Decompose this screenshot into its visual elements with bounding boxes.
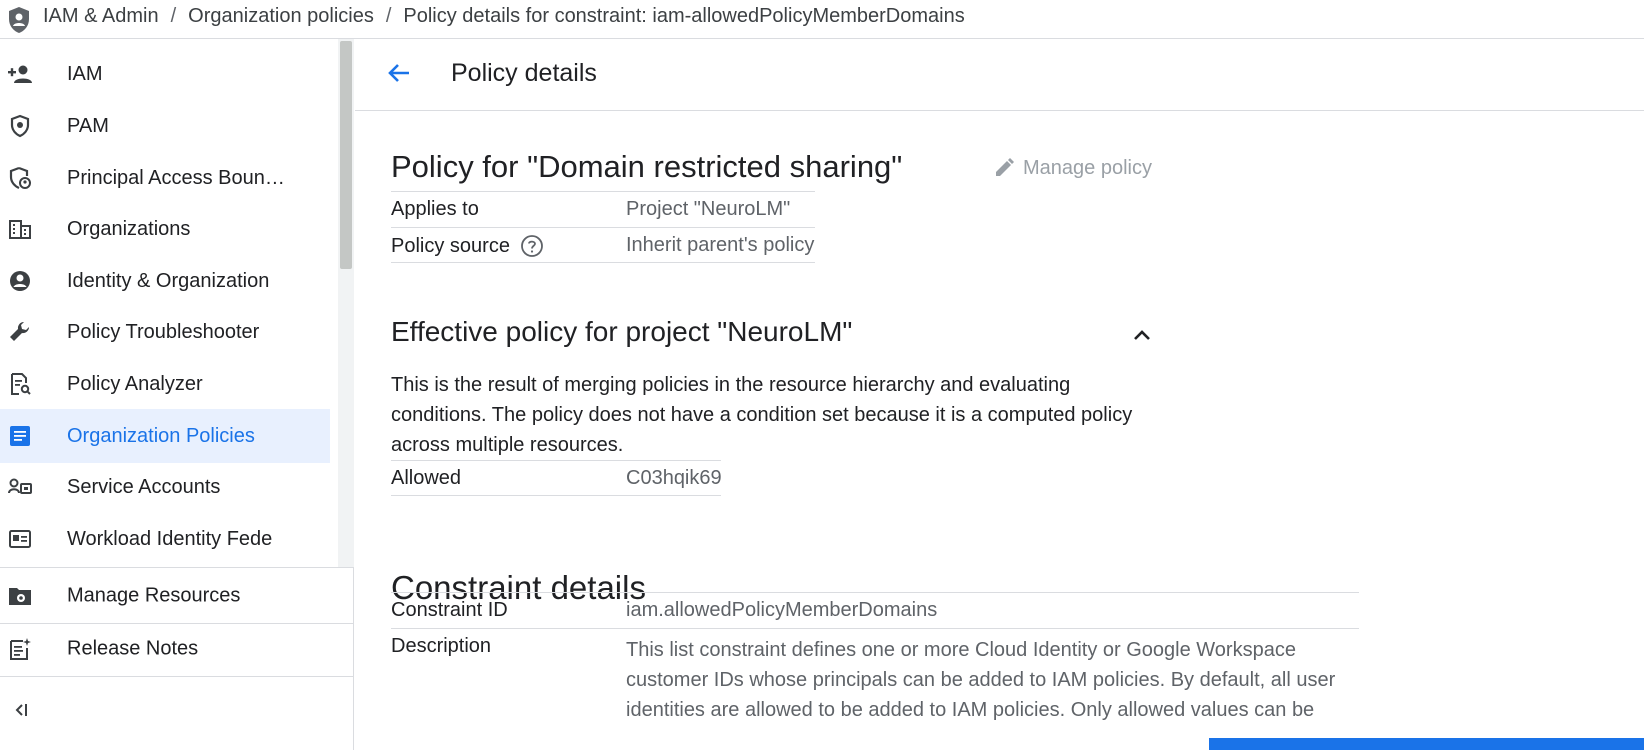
- shield-person-icon: [7, 165, 33, 191]
- sidebar-item-pam[interactable]: PAM: [0, 99, 330, 153]
- breadcrumb-current-page: Policy details for constraint: iam-allow…: [403, 5, 965, 27]
- sidebar-item-principal-access-boundary[interactable]: Principal Access Boun…: [0, 151, 330, 205]
- sidebar-item-organizations[interactable]: Organizations: [0, 202, 330, 256]
- constraint-details-table: Constraint ID iam.allowedPolicyMemberDom…: [391, 592, 1359, 748]
- policy-info-table: Applies to Project "NeuroLM" Policy sour…: [391, 191, 815, 263]
- top-bar: IAM & Admin / Organization policies / Po…: [0, 0, 1644, 39]
- folder-gear-icon: [7, 583, 33, 609]
- table-row: Description This list constraint defines…: [391, 628, 1359, 748]
- constraint-id-value: iam.allowedPolicyMemberDomains: [626, 599, 938, 621]
- sidebar-item-workload-identity-federation[interactable]: Workload Identity Fede: [0, 512, 330, 566]
- table-row: Constraint ID iam.allowedPolicyMemberDom…: [391, 592, 1359, 628]
- table-row: Applies to Project "NeuroLM": [391, 191, 815, 227]
- breadcrumb-separator: /: [385, 5, 392, 27]
- effective-policy-table: Allowed C03hqik69: [391, 460, 722, 496]
- sidebar-item-organization-policies[interactable]: Organization Policies: [0, 409, 330, 463]
- sidebar-item-label: Release Notes: [67, 637, 199, 660]
- main-header: Policy details: [355, 39, 1644, 111]
- sidebar-item-label: Identity & Organization: [67, 269, 270, 292]
- service-account-icon: [7, 474, 33, 500]
- shield-logo-icon: [9, 7, 29, 33]
- sidebar-item-manage-resources[interactable]: Manage Resources: [0, 569, 354, 623]
- collapse-left-icon: [11, 700, 31, 725]
- policy-source-value: Inherit parent's policy: [626, 234, 815, 256]
- description-key: Description: [391, 635, 492, 657]
- collapse-sidebar-button[interactable]: [6, 697, 36, 727]
- wrench-icon: [7, 319, 33, 345]
- sidebar-item-label: Workload Identity Fede: [67, 527, 273, 550]
- effective-policy-description: This is the result of merging policies i…: [391, 374, 1133, 456]
- sidebar-item-label: Policy Troubleshooter: [67, 320, 260, 343]
- allowed-value: C03hqik69: [626, 467, 722, 489]
- help-icon[interactable]: [520, 234, 544, 258]
- breadcrumb-iam-admin[interactable]: IAM & Admin: [43, 5, 159, 28]
- sidebar-item-policy-analyzer[interactable]: Policy Analyzer: [0, 357, 330, 411]
- sidebar-item-identity-organization[interactable]: Identity & Organization: [0, 254, 330, 308]
- sidebar-nav[interactable]: IAM PAM Principal Access Boun… Organizat…: [0, 39, 338, 567]
- sidebar-item-service-accounts[interactable]: Service Accounts: [0, 460, 330, 514]
- sidebar-divider: [0, 567, 354, 568]
- account-circle-icon: [7, 268, 33, 294]
- breadcrumb-organization-policies[interactable]: Organization policies: [188, 5, 374, 28]
- sidebar-item-release-notes[interactable]: Release Notes: [0, 622, 354, 676]
- allowed-key: Allowed: [391, 467, 462, 489]
- sidebar-item-label: PAM: [67, 114, 109, 137]
- person-add-icon: [7, 61, 33, 87]
- document-search-icon: [7, 371, 33, 397]
- table-row: Allowed C03hqik69: [391, 460, 722, 496]
- sidebar-item-label: IAM: [67, 62, 103, 85]
- main-panel: Policy details Policy for "Domain restri…: [355, 39, 1644, 750]
- policy-source-key: Policy source: [391, 234, 544, 258]
- sidebar-item-label: Service Accounts: [67, 475, 221, 498]
- breadcrumb-separator: /: [170, 5, 177, 27]
- building-icon: [7, 216, 33, 242]
- applies-to-value: Project "NeuroLM": [626, 198, 791, 220]
- manage-policy-button[interactable]: Manage policy: [993, 152, 1152, 184]
- sidebar-divider: [0, 676, 354, 677]
- sidebar-item-label: Principal Access Boun…: [67, 166, 285, 189]
- description-value: This list constraint defines one or more…: [626, 639, 1336, 721]
- chevron-up-icon: [1134, 330, 1150, 340]
- list-document-icon: [7, 423, 33, 449]
- back-button[interactable]: [381, 57, 417, 93]
- sidebar-item-label: Organization Policies: [67, 424, 255, 447]
- page-title: Policy details: [451, 59, 597, 87]
- breadcrumb: IAM & Admin / Organization policies / Po…: [43, 5, 965, 28]
- sidebar-item-label: Policy Analyzer: [67, 372, 203, 395]
- sidebar-scrollbar-thumb[interactable]: [340, 41, 352, 269]
- table-row: Policy source Inherit parent's policy: [391, 227, 815, 263]
- arrow-back-icon: [385, 59, 413, 92]
- sidebar-item-policy-troubleshooter[interactable]: Policy Troubleshooter: [0, 305, 330, 359]
- sidebar: IAM PAM Principal Access Boun… Organizat…: [0, 39, 354, 750]
- collapse-section-button[interactable]: [1126, 319, 1158, 351]
- applies-to-key: Applies to: [391, 198, 479, 220]
- id-card-icon: [7, 526, 33, 552]
- sidebar-item-label: Organizations: [67, 217, 191, 240]
- effective-policy-heading: Effective policy for project "NeuroLM": [391, 316, 853, 347]
- notes-icon: [7, 636, 33, 662]
- shield-badge-icon: [7, 113, 33, 139]
- sidebar-item-label: Manage Resources: [67, 584, 241, 607]
- policy-source-label: Policy source: [391, 234, 510, 257]
- progress-bar: [1209, 738, 1644, 750]
- manage-policy-label: Manage policy: [1023, 156, 1152, 179]
- pencil-icon: [996, 158, 1014, 176]
- sidebar-item-iam[interactable]: IAM: [0, 47, 330, 101]
- constraint-id-key: Constraint ID: [391, 599, 508, 621]
- policy-heading: Policy for "Domain restricted sharing": [391, 149, 903, 184]
